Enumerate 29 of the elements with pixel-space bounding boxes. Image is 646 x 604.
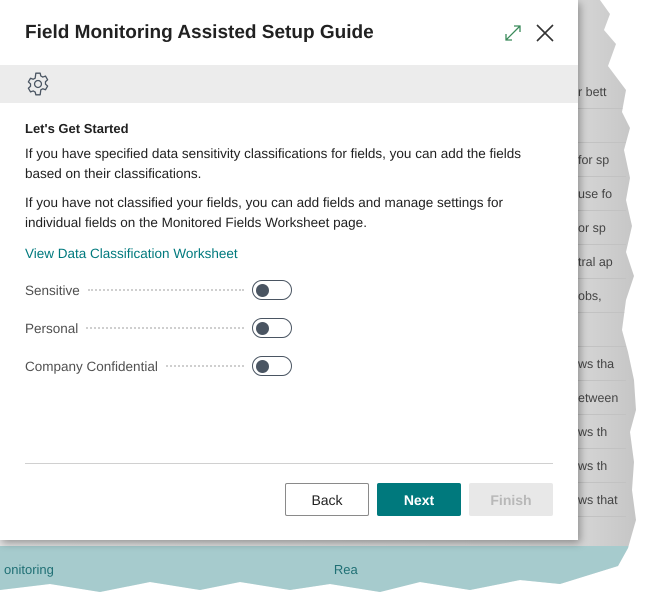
close-icon[interactable] (536, 24, 554, 42)
toggle-label: Company Confidential (25, 358, 158, 374)
table-cell-text: or sp (577, 220, 606, 234)
table-cell-text: ws tha (577, 356, 614, 370)
bar-text: onitoring (3, 562, 54, 577)
toggle-switch[interactable] (252, 280, 292, 300)
paragraph: If you have specified data sensitivity classifications for fields, you can add the fields based on their classifications. (25, 145, 522, 183)
table-cell-text: use fo (577, 186, 612, 200)
toggle-switch[interactable] (252, 356, 292, 376)
worksheet-link[interactable]: View Data Classification Worksheet (25, 246, 238, 261)
table-cell-text: ws th (577, 458, 608, 472)
toggle-switch[interactable] (252, 318, 292, 338)
expand-icon[interactable] (504, 24, 522, 42)
next-button[interactable]: Next (377, 483, 461, 516)
wizard-button[interactable]: Back (285, 483, 369, 516)
table-cell-text: ws th (577, 424, 608, 438)
table-cell-text: ws that (577, 492, 618, 506)
table-cell-text: tral ap (577, 254, 613, 268)
toggle-label: Sensitive (25, 282, 80, 298)
table-cell-text: etween (577, 390, 618, 404)
table-cell-text: obs, (577, 288, 602, 302)
paragraph: If you have not classified your fields, you can add fields and manage settings for individual fields on the Monitored Fields Worksheet page. (25, 194, 504, 232)
dialog-title: Field Monitoring Assisted Setup Guide (25, 22, 375, 44)
settings-icon[interactable] (25, 71, 51, 97)
toggle-label: Personal (25, 320, 78, 336)
bar-text: Rea (332, 562, 358, 577)
table-cell-text: for sp (577, 152, 610, 166)
table-cell-text: r bett (577, 84, 606, 98)
section-heading: Let's Get Started (25, 121, 130, 136)
